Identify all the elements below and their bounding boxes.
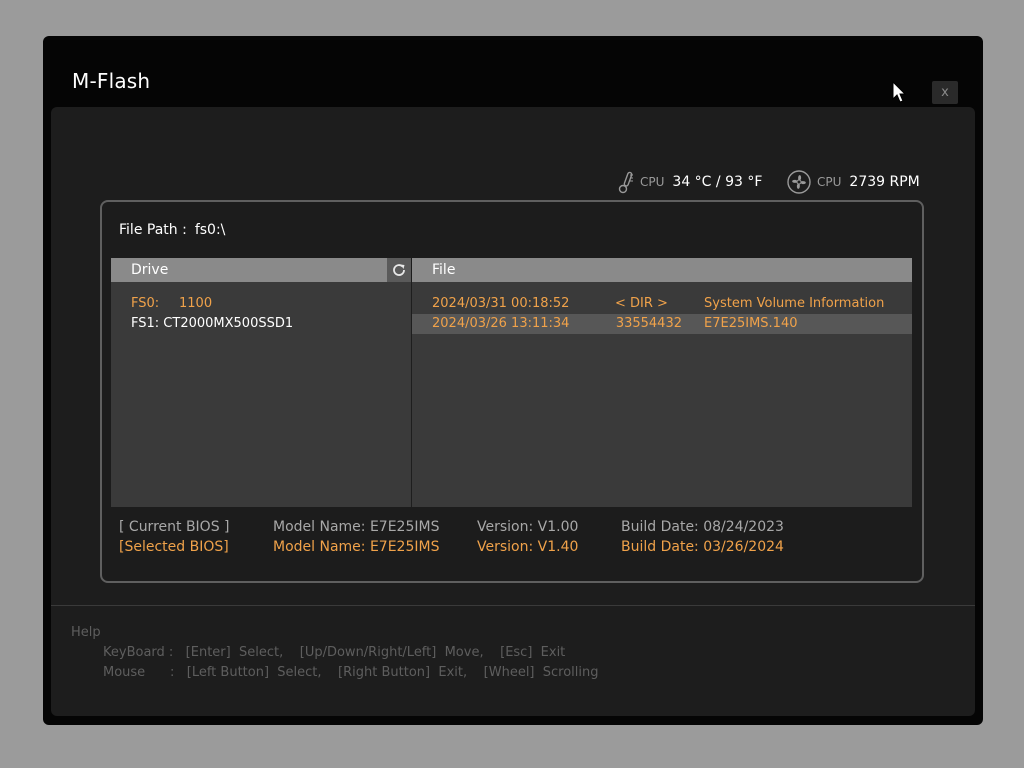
file-date: 2024/03/26 13:11:34 — [432, 316, 570, 331]
file-date: 2024/03/31 00:18:52 — [432, 296, 570, 311]
window-title: M-Flash — [72, 69, 151, 93]
file-name: E7E25IMS.140 — [704, 316, 798, 331]
refresh-icon — [393, 264, 405, 276]
file-name: System Volume Information — [704, 296, 885, 311]
file-size: < DIR > — [615, 296, 668, 311]
divider — [51, 605, 975, 606]
help-mouse: Mouse : [Left Button] Select, [Right But… — [103, 665, 599, 680]
selected-model-name: Model Name: E7E25IMS — [273, 539, 440, 555]
cpu-temp-value: 34 °C / 93 °F — [672, 174, 763, 190]
cpu-temperature-monitor: CPU 34 °C / 93 °F — [616, 170, 762, 194]
cpu-fan-value: 2739 RPM — [849, 174, 920, 190]
close-button[interactable]: x — [932, 81, 958, 104]
file-list: 2024/03/31 00:18:52 < DIR > System Volum… — [412, 282, 912, 507]
cpu-temp-label: CPU — [640, 175, 665, 189]
refresh-button[interactable] — [387, 258, 411, 282]
drive-value: CT2000MX500SSD1 — [163, 316, 294, 331]
fan-icon — [787, 170, 811, 194]
mouse-cursor-icon — [892, 81, 907, 103]
mflash-window: M-Flash x CPU 34 °C / 93 °F CPU 2739 RPM — [43, 36, 983, 725]
drive-header: Drive — [111, 258, 387, 282]
current-build-date: Build Date: 08/24/2023 — [621, 519, 784, 535]
file-path: File Path : fs0:\ — [119, 222, 225, 238]
current-model-name: Model Name: E7E25IMS — [273, 519, 440, 535]
file-header: File — [412, 258, 912, 282]
file-path-label: File Path : — [119, 222, 187, 238]
flash-panel: File Path : fs0:\ Drive File FS0: 1100 FS1… — [100, 200, 924, 583]
selected-bios-label: [Selected BIOS] — [119, 539, 229, 555]
file-size: 33554432 — [615, 316, 682, 331]
drive-item-fs0[interactable]: FS0: 1100 — [131, 294, 212, 314]
thermometer-icon — [618, 171, 633, 194]
file-row-selected[interactable]: 2024/03/26 13:11:34 33554432 E7E25IMS.14… — [412, 314, 912, 334]
cpu-fan-label: CPU — [817, 175, 842, 189]
drive-key: FS1: — [131, 316, 160, 331]
main-content: CPU 34 °C / 93 °F CPU 2739 RPM File Path… — [51, 107, 975, 716]
help-keyboard: KeyBoard : [Enter] Select, [Up/Down/Righ… — [103, 645, 566, 660]
current-version: Version: V1.00 — [477, 519, 579, 535]
current-bios-label: [ Current BIOS ] — [119, 519, 230, 535]
drive-value: 1100 — [179, 296, 213, 311]
help-title: Help — [71, 625, 101, 640]
drive-key: FS0: — [131, 296, 160, 311]
drive-list: FS0: 1100 FS1: CT2000MX500SSD1 — [111, 282, 412, 507]
drive-item-fs1[interactable]: FS1: CT2000MX500SSD1 — [131, 314, 293, 334]
cpu-fan-monitor: CPU 2739 RPM — [787, 170, 920, 194]
selected-version: Version: V1.40 — [477, 539, 579, 555]
file-row[interactable]: 2024/03/31 00:18:52 < DIR > System Volum… — [412, 294, 912, 314]
file-path-value: fs0:\ — [194, 222, 226, 238]
selected-build-date: Build Date: 03/26/2024 — [621, 539, 784, 555]
